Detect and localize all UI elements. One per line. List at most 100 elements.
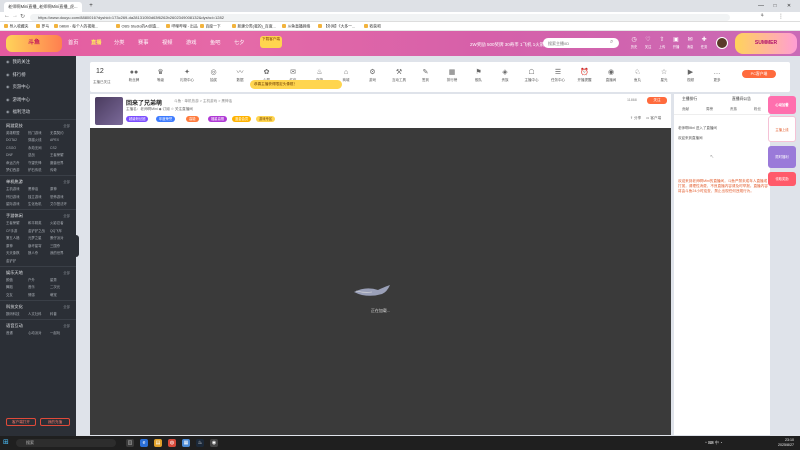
new-tab-button[interactable]: + xyxy=(86,2,96,10)
category-link[interactable]: 英雄联盟 xyxy=(6,130,28,136)
rank-tab-contribution[interactable]: 贡献 xyxy=(682,107,689,112)
category-link[interactable]: 音遇 xyxy=(6,330,28,336)
rank-tab-noble[interactable]: 贵族 xyxy=(730,107,737,112)
system-tray[interactable]: ^ ⌨ 中 ◔ xyxy=(705,440,722,446)
tools-tool[interactable]: ⚒ 互动工具 xyxy=(387,68,411,83)
browser-menu-icon[interactable]: ⋮ xyxy=(778,13,784,20)
forward-icon[interactable]: → xyxy=(12,13,18,19)
category-link[interactable]: 心动派对 xyxy=(28,330,50,336)
category-link[interactable]: 数码科技 xyxy=(6,311,28,317)
category-link[interactable]: 主机游戏 xyxy=(6,186,28,192)
category-link[interactable]: 金铲铲之战 xyxy=(28,228,50,234)
nav-home[interactable]: 首页 xyxy=(68,39,78,46)
followed-label[interactable]: 主播已关注 xyxy=(93,80,111,85)
category-link[interactable]: 独立游戏 xyxy=(28,194,50,200)
category-link[interactable]: 二次元 xyxy=(50,284,72,290)
category-link[interactable]: CF手游 xyxy=(6,228,28,234)
nav-fishbar[interactable]: 鱼吧 xyxy=(210,39,220,46)
category-link[interactable]: 星秀 xyxy=(50,277,72,283)
rank-tab-week[interactable]: 周榜 xyxy=(706,107,713,112)
game-tool[interactable]: ⚙ 游戏 xyxy=(361,68,385,83)
fleet-tool[interactable]: ⚑ 舰队 xyxy=(467,68,491,83)
bookmark-item[interactable]: 哔哩哔哩 - 出品 xyxy=(166,24,198,30)
task-view-icon[interactable]: ◫ xyxy=(126,439,134,447)
follow-icon[interactable]: ♡ 关注 xyxy=(642,37,654,49)
history-icon[interactable]: ◷ 历史 xyxy=(628,37,640,49)
star-tool[interactable]: ☆ 星光 xyxy=(652,68,676,83)
sidebar-item-welfare[interactable]: 福利活动 xyxy=(0,106,76,119)
sidebar-item-gamecenter[interactable]: 游戏中心 xyxy=(0,94,76,107)
nav-video[interactable]: 视频 xyxy=(162,39,172,46)
pc-client-button[interactable]: PC客户端 xyxy=(742,70,776,78)
site-logo[interactable]: 斗鱼 xyxy=(6,35,62,52)
category-link[interactable]: 永劫无间 xyxy=(28,145,50,151)
bookmark-item[interactable]: 斗鱼直播网络 xyxy=(282,24,311,30)
category-link[interactable]: 颜值 xyxy=(6,277,28,283)
category-link[interactable]: 热门游戏 xyxy=(28,130,50,136)
category-link[interactable]: 原神 xyxy=(6,243,28,249)
nav-events[interactable]: 赛事 xyxy=(138,39,148,46)
back-icon[interactable]: ← xyxy=(4,13,10,19)
section-more-link[interactable]: 全部 xyxy=(63,213,70,218)
video-player[interactable]: 正在加载... xyxy=(90,128,671,435)
sidebar-collapse-handle[interactable] xyxy=(74,235,79,257)
category-link[interactable]: 星际游戏 xyxy=(6,201,28,207)
nav-qixi[interactable]: 七夕 xyxy=(234,39,244,46)
bookmark-item[interactable]: OBS Studio的AI创造... xyxy=(116,24,160,30)
bookmark-item[interactable]: 罗马 xyxy=(36,24,50,30)
room-category-breadcrumb[interactable]: 斗鱼 · 单机热游 > 主机游戏 > 黑神话 xyxy=(174,99,232,104)
promo-card[interactable]: 心动加餐 xyxy=(768,96,796,114)
category-link[interactable]: 萌宠 xyxy=(50,292,72,298)
category-link[interactable]: 我的世界 xyxy=(50,250,72,256)
rank-tool[interactable]: ▦ 排行榜 xyxy=(440,68,464,83)
streamer-avatar[interactable] xyxy=(95,97,123,125)
sidebar-item-ranking[interactable]: 排行榜 xyxy=(0,69,76,82)
edge-icon[interactable]: e xyxy=(140,439,148,447)
category-link[interactable]: 金铲铲 xyxy=(6,258,28,264)
category-link[interactable]: CS2 xyxy=(50,145,72,151)
reload-icon[interactable]: ↻ xyxy=(20,13,25,20)
tab-room-notice[interactable]: 直播间公告 xyxy=(732,97,751,102)
maximize-button[interactable]: □ xyxy=(770,2,780,10)
room-badge[interactable]: 游戏专区 xyxy=(256,116,276,122)
file-explorer-icon[interactable]: ▤ xyxy=(154,439,162,447)
tab-anchor-rank[interactable]: 主播排行 xyxy=(682,97,697,102)
extensions-icon[interactable]: ⚘ xyxy=(760,13,764,19)
steam-icon[interactable]: ♨ xyxy=(196,439,204,447)
category-link[interactable]: DOTA2 xyxy=(6,137,28,143)
bookmark-item[interactable]: bilibili - 每个人的视频... xyxy=(54,24,99,30)
task-icon[interactable]: ✚ 任务 xyxy=(698,37,710,49)
category-link[interactable]: APEX xyxy=(50,137,72,143)
share-button[interactable]: ⇪ 分享 xyxy=(630,116,641,121)
bookmark-item[interactable]: 收获吧 xyxy=(364,24,381,30)
category-link[interactable]: DNF xyxy=(6,152,28,158)
category-link[interactable]: 天天象棋 xyxy=(6,250,28,256)
lottery-tool[interactable]: ◎ 抽奖 xyxy=(202,68,226,83)
category-link[interactable]: 和平精英 xyxy=(28,220,50,226)
category-link[interactable]: 崩坏星穹 xyxy=(28,243,50,249)
browser-tab[interactable]: 老师啊Mini直播_老师啊Mini直播_虎... xyxy=(4,2,82,12)
chrome-icon[interactable]: ◍ xyxy=(168,439,176,447)
category-link[interactable]: 音乐 xyxy=(28,284,50,290)
category-link[interactable]: 无畏契约 xyxy=(50,130,72,136)
category-link[interactable]: 守望先锋 xyxy=(28,160,50,166)
category-link[interactable]: 蛋仔派对 xyxy=(50,235,72,241)
category-link[interactable]: 科普 xyxy=(50,311,72,317)
section-more-link[interactable]: 全部 xyxy=(63,123,70,128)
sidebar-item-webgame[interactable]: 页游中心 xyxy=(0,81,76,94)
url-field[interactable]: https://www.douyu.com/8880016?dyshid=173… xyxy=(30,13,730,21)
category-link[interactable]: 魔兽世界 xyxy=(50,160,72,166)
category-link[interactable]: 黑神话 xyxy=(28,186,50,192)
store-icon[interactable]: ▦ xyxy=(182,439,190,447)
promo-card[interactable]: 限时福利 xyxy=(768,146,796,168)
category-link[interactable]: CSGO xyxy=(6,145,28,151)
alarm-tool[interactable]: ⏰ 开播提醒 xyxy=(573,68,597,83)
category-link[interactable]: 逆战 xyxy=(28,152,50,158)
level-tool[interactable]: ♛ 等级 xyxy=(149,68,173,83)
category-link[interactable]: 命运方舟 xyxy=(6,160,28,166)
category-link[interactable]: 王者荣耀 xyxy=(6,220,28,226)
category-link[interactable]: QQ飞车 xyxy=(50,228,72,234)
category-link[interactable]: 人文社科 xyxy=(28,311,50,317)
category-link[interactable]: 王者荣耀 xyxy=(50,152,72,158)
bookmark-item[interactable]: 【外网】《大多一... xyxy=(318,24,356,30)
